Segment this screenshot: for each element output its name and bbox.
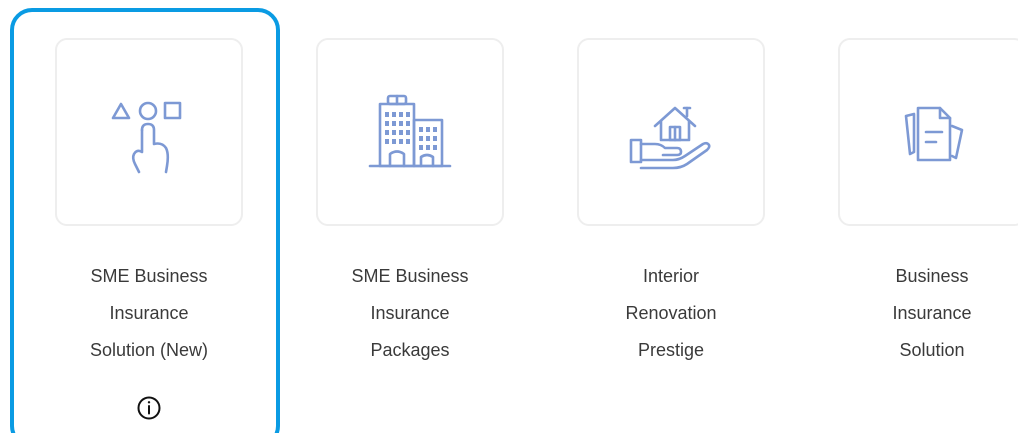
product-selector: SME Business Insurance Solution (New) SM…	[0, 0, 1018, 433]
documents-icon	[886, 86, 978, 178]
product-label: Interior Renovation Prestige	[625, 266, 717, 360]
product-tile[interactable]	[316, 38, 504, 226]
info-icon[interactable]	[136, 395, 162, 421]
product-label: SME Business Insurance Solution (New)	[89, 266, 209, 360]
product-card-sme-business-insurance-solution-new[interactable]: SME Business Insurance Solution (New)	[55, 0, 285, 433]
product-tile[interactable]	[838, 38, 1018, 226]
product-card-sme-business-insurance-packages[interactable]: SME Business Insurance Packages	[316, 0, 546, 433]
product-card-interior-renovation-prestige[interactable]: Interior Renovation Prestige	[577, 0, 807, 433]
product-tile[interactable]	[577, 38, 765, 226]
house-in-hand-icon	[625, 86, 717, 178]
product-label: Business Insurance Solution	[892, 266, 972, 360]
product-tile[interactable]	[55, 38, 243, 226]
product-card-business-insurance-solution[interactable]: Business Insurance Solution	[838, 0, 1018, 433]
shapes-pointer-icon	[103, 86, 195, 178]
building-icon	[364, 86, 456, 178]
product-label: SME Business Insurance Packages	[351, 266, 469, 360]
